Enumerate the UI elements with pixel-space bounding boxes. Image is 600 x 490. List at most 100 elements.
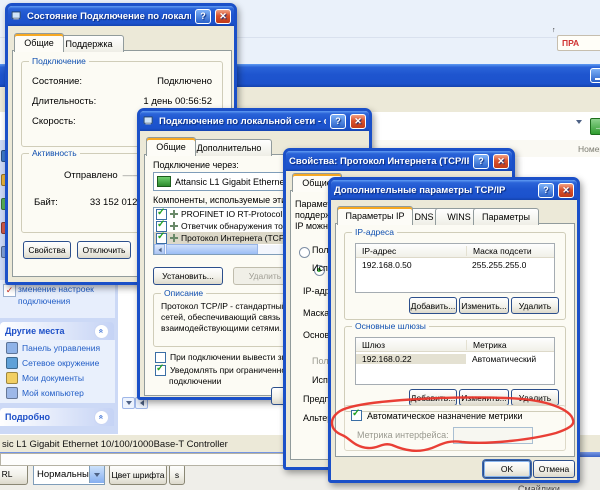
change-settings-line2[interactable]: подключения bbox=[18, 296, 70, 306]
help-button[interactable]: ? bbox=[195, 9, 211, 24]
url-button-label: RL bbox=[2, 469, 13, 479]
tab-general[interactable]: Общие bbox=[146, 137, 196, 156]
edit-badge[interactable]: ПРА bbox=[557, 35, 600, 51]
status-dialog-titlebar[interactable]: Состояние Подключение по локальной сети … bbox=[8, 6, 234, 26]
task-change-settings[interactable]: ✓ зменение настроек подключения bbox=[0, 280, 115, 318]
properties-dialog-title: Подключение по локальной сети - свойства bbox=[159, 116, 326, 127]
sidebar-item-label: Мои документы bbox=[22, 373, 84, 383]
status-dialog-title: Состояние Подключение по локальной сети bbox=[27, 11, 191, 22]
sidebar-item-my-computer[interactable]: Мой компьютер bbox=[0, 385, 115, 400]
notify-checkbox[interactable] bbox=[155, 365, 166, 376]
sidebar-header-details[interactable]: Подробно » bbox=[0, 408, 114, 426]
collapse-chevron-icon[interactable]: » bbox=[94, 410, 109, 425]
sidebar-item-network-places[interactable]: Сетевое окружение bbox=[0, 355, 115, 370]
status-label: Состояние: bbox=[32, 76, 82, 87]
tcpip-dialog-titlebar[interactable]: Свойства: Протокол Интернета (TCP/IP) ? … bbox=[286, 151, 512, 171]
auto-metric-checkbox[interactable] bbox=[351, 410, 362, 421]
ip-table[interactable]: IP-адрес Маска подсети 192.168.0.50 255.… bbox=[355, 243, 555, 293]
group-label: Активность bbox=[29, 148, 80, 158]
sidebar-item-control-panel[interactable]: Панель управления bbox=[0, 340, 115, 355]
metric-value: Автоматический bbox=[466, 354, 542, 364]
advanced-dialog-titlebar[interactable]: Дополнительные параметры TCP/IP ? ✕ bbox=[331, 180, 577, 200]
gateway-edit-button[interactable]: Изменить... bbox=[459, 389, 509, 406]
tab-options[interactable]: Параметры bbox=[473, 208, 539, 225]
tab-label: Поддержка bbox=[66, 39, 113, 49]
go-button[interactable]: → bbox=[590, 118, 600, 135]
button-label: Добавить... bbox=[411, 301, 456, 311]
change-settings-line1[interactable]: зменение настроек bbox=[18, 284, 94, 294]
column-header-number[interactable]: Номер т bbox=[578, 144, 600, 154]
close-button[interactable]: ✕ bbox=[493, 154, 509, 169]
style-select[interactable]: Нормальный bbox=[33, 464, 105, 485]
s-button[interactable]: s bbox=[169, 464, 185, 485]
interface-metric-input[interactable] bbox=[453, 427, 533, 444]
style-select-arrow-icon[interactable] bbox=[89, 466, 104, 483]
install-button[interactable]: Установить... bbox=[153, 267, 223, 285]
sidebar-item-label: Мой компьютер bbox=[22, 388, 84, 398]
forum-input-strip[interactable] bbox=[0, 453, 285, 466]
close-button[interactable]: ✕ bbox=[215, 9, 231, 24]
tab-general[interactable]: Общие bbox=[14, 33, 64, 52]
sidebar-item-my-documents[interactable]: Мои документы bbox=[0, 370, 115, 385]
help-button[interactable]: ? bbox=[330, 114, 346, 129]
sidebar-body-other-places: Панель управления Сетевое окружение Мои … bbox=[0, 340, 115, 403]
smilies-label[interactable]: Смайлики bbox=[518, 484, 560, 490]
properties-dialog-titlebar[interactable]: Подключение по локальной сети - свойства… bbox=[140, 111, 369, 131]
tcpip-dialog-title: Свойства: Протокол Интернета (TCP/IP) bbox=[289, 156, 469, 167]
statusbar-text: sic L1 Gigabit Ethernet 10/100/1000Base-… bbox=[2, 439, 228, 450]
url-button[interactable]: RL bbox=[0, 463, 28, 485]
scroll-thumb[interactable] bbox=[166, 244, 258, 255]
show-icon-checkbox[interactable] bbox=[155, 352, 166, 363]
scroll-left-button[interactable] bbox=[154, 244, 165, 255]
tab-label: WINS bbox=[447, 212, 471, 222]
text-fragment: Маска bbox=[303, 308, 329, 318]
tab-label: Общие bbox=[24, 38, 54, 48]
button-label: OK bbox=[501, 464, 513, 474]
help-button[interactable]: ? bbox=[473, 154, 489, 169]
gateway-table-row[interactable]: 192.168.0.22 Автоматический bbox=[356, 352, 554, 365]
ok-button[interactable]: OK bbox=[483, 460, 531, 478]
font-color-button[interactable]: Цвет шрифта bbox=[109, 464, 167, 485]
connection-icon bbox=[144, 117, 155, 126]
metric-section: Автоматическое назначение метрики Метрик… bbox=[344, 405, 566, 451]
cancel-button[interactable]: Отмена bbox=[533, 460, 575, 478]
button-label: Отключить bbox=[83, 245, 126, 255]
ip-remove-button[interactable]: Удалить bbox=[511, 297, 559, 314]
gateway-add-button[interactable]: Добавить... bbox=[409, 389, 457, 406]
help-button[interactable]: ? bbox=[538, 183, 554, 198]
ip-table-row[interactable]: 192.168.0.50 255.255.255.0 bbox=[356, 258, 554, 271]
sidebar-header-other-places[interactable]: Другие места » bbox=[0, 322, 114, 340]
column-mask: Маска подсети bbox=[467, 246, 538, 256]
gateway-table[interactable]: Шлюз Метрика 192.168.0.22 Автоматический bbox=[355, 337, 555, 385]
duration-label: Длительность: bbox=[32, 96, 96, 107]
ip-value: 192.168.0.50 bbox=[356, 260, 466, 270]
minimize-button[interactable] bbox=[590, 68, 600, 83]
sent-label: Отправлено bbox=[64, 170, 118, 181]
disconnect-button[interactable]: Отключить bbox=[77, 241, 131, 259]
button-label: Удалить bbox=[249, 271, 281, 281]
tab-ip-settings[interactable]: Параметры IP bbox=[337, 206, 413, 225]
radio-obtain-ip[interactable] bbox=[299, 247, 310, 258]
properties-button[interactable]: Свойства bbox=[23, 241, 71, 259]
tab-advanced[interactable]: Дополнительно bbox=[186, 139, 272, 156]
close-button[interactable]: ✕ bbox=[350, 114, 366, 129]
ip-edit-button[interactable]: Изменить... bbox=[459, 297, 509, 314]
close-button[interactable]: ✕ bbox=[558, 183, 574, 198]
pane-scroll-down-button[interactable] bbox=[122, 397, 135, 409]
minimize-icon bbox=[595, 78, 600, 80]
button-label: Добавить... bbox=[411, 393, 456, 403]
tab-support[interactable]: Поддержка bbox=[54, 35, 124, 52]
button-label: Отмена bbox=[539, 464, 570, 474]
connect-via-label: Подключение через: bbox=[153, 160, 239, 170]
control-panel-icon bbox=[6, 342, 18, 354]
gateway-remove-button[interactable]: Удалить bbox=[511, 389, 559, 406]
ip-addresses-group: IP-адреса IP-адрес Маска подсети 192.168… bbox=[344, 232, 566, 320]
collapse-chevron-icon[interactable]: » bbox=[94, 324, 109, 339]
chevron-left-icon bbox=[140, 400, 144, 406]
mask-value: 255.255.255.0 bbox=[466, 260, 532, 270]
ip-table-header: IP-адрес Маска подсети bbox=[356, 244, 554, 258]
ip-add-button[interactable]: Добавить... bbox=[409, 297, 457, 314]
edit-badge-arrow-icon: ↑ bbox=[552, 27, 556, 34]
network-places-icon bbox=[6, 357, 18, 369]
component-checkbox[interactable] bbox=[156, 233, 167, 244]
